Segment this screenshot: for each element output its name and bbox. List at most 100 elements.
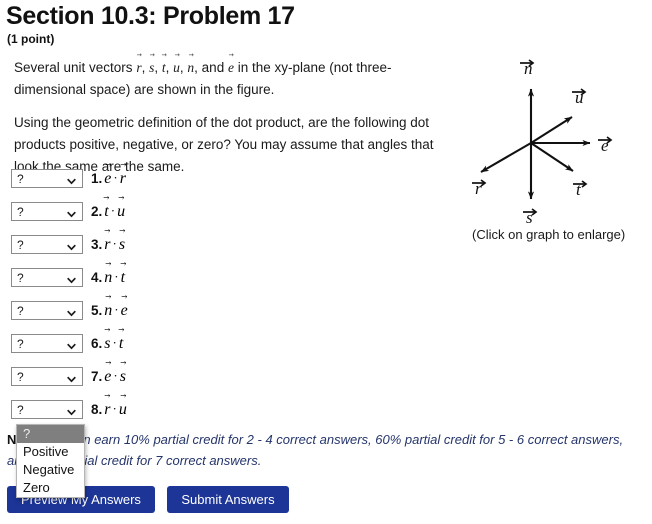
answer-row: ? 4.n·t bbox=[0, 265, 440, 298]
answer-index: 1. bbox=[91, 171, 103, 186]
note-text: You can earn 10% partial credit for 2 - … bbox=[7, 432, 624, 468]
answer-operand-left: n bbox=[104, 299, 112, 322]
dot-operator-icon: · bbox=[114, 269, 119, 284]
answer-index: 2. bbox=[91, 204, 103, 219]
answer-operand-left: e bbox=[104, 167, 111, 190]
vector-label-s: s bbox=[526, 208, 533, 227]
answer-select-value: ? bbox=[17, 403, 24, 417]
answer-index: 4. bbox=[91, 270, 103, 285]
answer-select-value: ? bbox=[17, 271, 24, 285]
answer-select-value: ? bbox=[17, 370, 24, 384]
answer-operand-left: r bbox=[104, 398, 110, 421]
vector-diagram[interactable]: n u e t s r bbox=[460, 58, 646, 228]
answer-row: ? 7.e·s bbox=[0, 364, 440, 397]
submit-answers-button[interactable]: Submit Answers bbox=[167, 486, 289, 513]
dot-operator-icon: · bbox=[114, 302, 119, 317]
answer-index: 5. bbox=[91, 303, 103, 318]
answer-expression-8: 8.r·u bbox=[91, 398, 127, 421]
answer-operand-right: r bbox=[120, 167, 126, 190]
answer-row: ? 2.t·u bbox=[0, 199, 440, 232]
dot-operator-icon: · bbox=[112, 236, 117, 251]
answer-operand-left: s bbox=[104, 332, 110, 355]
dot-operator-icon: · bbox=[110, 203, 116, 218]
answer-index: 6. bbox=[91, 336, 103, 351]
dot-operator-icon: · bbox=[113, 170, 118, 185]
chevron-down-icon bbox=[67, 405, 76, 416]
answer-select-value: ? bbox=[17, 337, 24, 351]
answer-select-value: ? bbox=[17, 172, 24, 186]
answer-select-8[interactable]: ? bbox=[11, 400, 83, 419]
answer-operand-left: t bbox=[104, 200, 108, 223]
answer-expression-3: 3.r·s bbox=[91, 233, 125, 256]
dot-operator-icon: · bbox=[113, 368, 118, 383]
answer-select-2[interactable]: ? bbox=[11, 202, 83, 221]
vector-diagram-svg: n u e t s r bbox=[472, 59, 613, 227]
answer-index: 8. bbox=[91, 402, 103, 417]
answer-dropdown-popup[interactable]: ? Positive Negative Zero bbox=[16, 424, 85, 498]
dropdown-option[interactable]: Negative bbox=[17, 461, 84, 479]
answer-operand-right: s bbox=[119, 233, 125, 256]
answer-select-value: ? bbox=[17, 304, 24, 318]
vector-t-inline: t bbox=[162, 56, 166, 79]
vector-arrow-t bbox=[530, 142, 574, 172]
answer-row: ? 1.e·r bbox=[0, 166, 440, 199]
answer-operand-right: e bbox=[121, 299, 128, 322]
answer-operand-right: u bbox=[119, 398, 127, 421]
chevron-down-icon bbox=[67, 339, 76, 350]
answer-expression-4: 4.n·t bbox=[91, 266, 125, 289]
problem-intro: Several unit vectors r, s, t, u, n, and … bbox=[14, 56, 446, 101]
answer-row: ? 5.n·e bbox=[0, 298, 440, 331]
vector-s-inline: s bbox=[149, 56, 154, 79]
dot-operator-icon: · bbox=[112, 401, 117, 416]
answer-operand-right: u bbox=[117, 200, 125, 223]
answer-select-5[interactable]: ? bbox=[11, 301, 83, 320]
answer-operand-left: r bbox=[104, 233, 110, 256]
answer-select-7[interactable]: ? bbox=[11, 367, 83, 386]
answer-expression-1: 1.e·r bbox=[91, 167, 126, 190]
chevron-down-icon bbox=[67, 240, 76, 251]
vector-n-inline: n bbox=[187, 56, 194, 79]
dot-operator-icon: · bbox=[112, 335, 117, 350]
vector-arrow-r bbox=[480, 142, 532, 173]
partial-credit-note: Note: You can earn 10% partial credit fo… bbox=[7, 429, 627, 471]
vector-r-inline: r bbox=[136, 56, 141, 79]
answer-select-value: ? bbox=[17, 205, 24, 219]
vector-label-t: t bbox=[576, 180, 582, 199]
chevron-down-icon bbox=[67, 306, 76, 317]
answer-operand-right: s bbox=[120, 365, 126, 388]
vector-arrow-u bbox=[530, 116, 573, 144]
answer-index: 7. bbox=[91, 369, 103, 384]
chevron-down-icon bbox=[67, 372, 76, 383]
chevron-down-icon bbox=[67, 174, 76, 185]
answer-operand-right: t bbox=[121, 266, 125, 289]
dropdown-option[interactable]: ? bbox=[17, 425, 84, 443]
answer-select-value: ? bbox=[17, 238, 24, 252]
answer-operand-right: t bbox=[119, 332, 123, 355]
answer-expression-7: 7.e·s bbox=[91, 365, 126, 388]
dropdown-option[interactable]: Zero bbox=[17, 479, 84, 497]
vector-label-e: e bbox=[601, 136, 609, 155]
dropdown-option[interactable]: Positive bbox=[17, 443, 84, 461]
answer-operand-left: e bbox=[104, 365, 111, 388]
answer-list: ?1.e·r?2.t·u?3.r·s?4.n·t?5.n·e?6.s·t?7.e… bbox=[0, 166, 440, 430]
answer-select-1[interactable]: ? bbox=[11, 169, 83, 188]
chevron-down-icon bbox=[67, 273, 76, 284]
answer-index: 3. bbox=[91, 237, 103, 252]
answer-expression-2: 2.t·u bbox=[91, 200, 125, 223]
figure-caption: (Click on graph to enlarge) bbox=[472, 227, 626, 242]
answer-expression-5: 5.n·e bbox=[91, 299, 128, 322]
answer-operand-left: n bbox=[104, 266, 112, 289]
answer-select-6[interactable]: ? bbox=[11, 334, 83, 353]
chevron-down-icon bbox=[67, 207, 76, 218]
answer-row: ? 6.s·t bbox=[0, 331, 440, 364]
answer-select-4[interactable]: ? bbox=[11, 268, 83, 287]
vector-e-inline: e bbox=[228, 56, 234, 79]
answer-expression-6: 6.s·t bbox=[91, 332, 123, 355]
vector-u-inline: u bbox=[173, 56, 180, 79]
problem-intro-prefix: Several unit vectors bbox=[14, 60, 137, 75]
answer-row: ? 3.r·s bbox=[0, 232, 440, 265]
point-value: (1 point) bbox=[7, 32, 55, 46]
vector-label-r: r bbox=[475, 179, 482, 198]
page-title: Section 10.3: Problem 17 bbox=[6, 2, 295, 30]
answer-select-3[interactable]: ? bbox=[11, 235, 83, 254]
